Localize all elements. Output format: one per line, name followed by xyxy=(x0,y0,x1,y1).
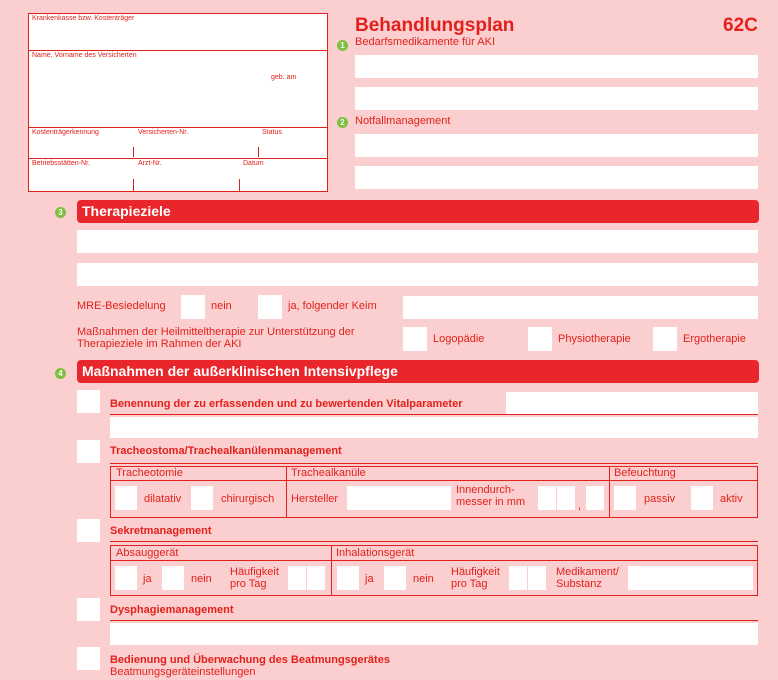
mre-ja-label: ja, folgender Keim xyxy=(288,300,377,312)
aktiv-label: aktiv xyxy=(720,493,743,505)
section-number-2: 2 xyxy=(337,117,348,128)
inhal-haeufigkeit-digit-1[interactable] xyxy=(509,566,527,590)
section2-label: Notfallmanagement xyxy=(355,115,451,127)
tracheo-checkbox[interactable] xyxy=(77,440,100,463)
sekret-checkbox[interactable] xyxy=(77,519,100,542)
label-arzt-nr: Arzt-Nr. xyxy=(138,160,162,167)
inhal-ja-label: ja xyxy=(365,573,374,585)
section-number-3: 3 xyxy=(55,207,66,218)
label-versicherten-nr: Versicherten-Nr. xyxy=(138,129,189,136)
medikament-label-2: Substanz xyxy=(556,578,602,590)
therapieziele-title: Therapieziele xyxy=(82,203,171,219)
absaug-ja-label: ja xyxy=(143,573,152,585)
label-krankenkasse: Krankenkasse bzw. Kostenträger xyxy=(32,15,135,22)
innendurch-digit-3[interactable] xyxy=(586,486,604,510)
field-krankenkasse[interactable] xyxy=(30,24,326,48)
logopaedie-checkbox[interactable] xyxy=(403,327,427,351)
physiotherapie-label: Physiotherapie xyxy=(558,333,631,345)
label-datum: Datum xyxy=(243,160,264,167)
absaug-haeufigkeit-digit-2[interactable] xyxy=(307,566,325,590)
inhal-ja-checkbox[interactable] xyxy=(337,566,359,590)
vital-label: Benennung der zu erfassenden und zu bewe… xyxy=(110,398,463,410)
label-status: Status xyxy=(262,129,282,136)
page-title: Behandlungsplan xyxy=(355,15,515,36)
vital-checkbox[interactable] xyxy=(77,390,100,413)
mre-label: MRE-Besiedelung xyxy=(77,300,166,312)
ergotherapie-checkbox[interactable] xyxy=(653,327,677,351)
inhal-nein-label: nein xyxy=(413,573,434,585)
dysphagie-checkbox[interactable] xyxy=(77,598,100,621)
field-name[interactable] xyxy=(30,61,326,125)
label-kostentraegerkennung: Kostenträgerkennung xyxy=(32,129,99,136)
beatmung-subtitle: Beatmungsgeräteinstellungen xyxy=(110,666,256,678)
label-name: Name, Vorname des Versicherten xyxy=(32,52,137,59)
massnahmen-label-line1: Maßnahmen der Heilmitteltherapie zur Unt… xyxy=(77,326,355,338)
therapieziele-field-2[interactable] xyxy=(77,263,758,286)
absaug-nein-label: nein xyxy=(191,573,212,585)
aktiv-checkbox[interactable] xyxy=(691,486,713,510)
absauggeraet-header: Absauggerät xyxy=(116,547,179,559)
dysphagie-title: Dysphagiemanagement xyxy=(110,604,234,616)
innendurch-digit-2[interactable] xyxy=(557,486,575,510)
vital-field-2[interactable] xyxy=(110,417,758,438)
section-number-4: 4 xyxy=(55,368,66,379)
form-code: 62C xyxy=(723,15,758,36)
absaug-haeufigkeit-1: Häufigkeit xyxy=(230,566,279,578)
innendurch-digit-1[interactable] xyxy=(538,486,556,510)
section1-label: Bedarfsmedikamente für AKI xyxy=(355,36,496,48)
bedarfsmedikamente-field-1[interactable] xyxy=(355,55,758,78)
notfallmanagement-field-2[interactable] xyxy=(355,166,758,189)
innendurch-label-2: messer in mm xyxy=(456,496,526,508)
beatmung-checkbox[interactable] xyxy=(77,647,100,670)
sekret-title: Sekretmanagement xyxy=(110,525,212,537)
medikament-label-1: Medikament/ xyxy=(556,566,619,578)
dilatativ-label: dilatativ xyxy=(144,493,182,505)
inhal-nein-checkbox[interactable] xyxy=(384,566,406,590)
mre-nein-label: nein xyxy=(211,300,232,312)
absaug-haeufigkeit-2: pro Tag xyxy=(230,578,267,590)
label-betriebsstaetten-nr: Betriebsstätten-Nr. xyxy=(32,160,90,167)
tracheotomie-header: Tracheotomie xyxy=(116,467,183,479)
massnahmen-label-line2: Therapieziele im Rahmen der AKI xyxy=(77,338,242,350)
beatmung-title: Bedienung und Überwachung des Beatmungsg… xyxy=(110,654,390,666)
trachealkanuele-header: Trachealkanüle xyxy=(291,467,366,479)
hersteller-label: Hersteller xyxy=(291,493,339,505)
mre-nein-checkbox[interactable] xyxy=(181,295,205,319)
tracheo-title: Tracheostoma/Trachealkanülenmanagement xyxy=(110,445,342,457)
innendurch-label-1: Innendurch- xyxy=(456,484,515,496)
logopaedie-label: Logopädie xyxy=(433,333,485,345)
befeuchtung-header: Befeuchtung xyxy=(614,467,676,479)
hersteller-field[interactable] xyxy=(347,486,451,510)
passiv-checkbox[interactable] xyxy=(614,486,636,510)
absaug-nein-checkbox[interactable] xyxy=(162,566,184,590)
inhal-haeufigkeit-2: pro Tag xyxy=(451,578,488,590)
innendurch-comma: , xyxy=(578,500,582,512)
dysphagie-field[interactable] xyxy=(110,623,758,645)
passiv-label: passiv xyxy=(644,493,676,505)
section-number-1: 1 xyxy=(337,40,348,51)
inhalationsgeraet-header: Inhalationsgerät xyxy=(336,547,415,559)
chirurgisch-checkbox[interactable] xyxy=(191,486,213,510)
therapieziele-field-1[interactable] xyxy=(77,230,758,253)
medikament-field[interactable] xyxy=(628,566,753,590)
inhal-haeufigkeit-1: Häufigkeit xyxy=(451,566,500,578)
dilatativ-checkbox[interactable] xyxy=(115,486,137,510)
notfallmanagement-field-1[interactable] xyxy=(355,134,758,157)
bedarfsmedikamente-field-2[interactable] xyxy=(355,87,758,110)
absaug-ja-checkbox[interactable] xyxy=(115,566,137,590)
chirurgisch-label: chirurgisch xyxy=(221,493,275,505)
inhal-haeufigkeit-digit-2[interactable] xyxy=(528,566,546,590)
massnahmen-title: Maßnahmen der außerklinischen Intensivpf… xyxy=(82,363,398,379)
absaug-haeufigkeit-digit-1[interactable] xyxy=(288,566,306,590)
ergotherapie-label: Ergotherapie xyxy=(683,333,746,345)
vital-field-1[interactable] xyxy=(506,392,758,414)
physiotherapie-checkbox[interactable] xyxy=(528,327,552,351)
mre-keim-field[interactable] xyxy=(403,296,758,319)
mre-ja-checkbox[interactable] xyxy=(258,295,282,319)
therapieziele-header xyxy=(77,200,759,223)
